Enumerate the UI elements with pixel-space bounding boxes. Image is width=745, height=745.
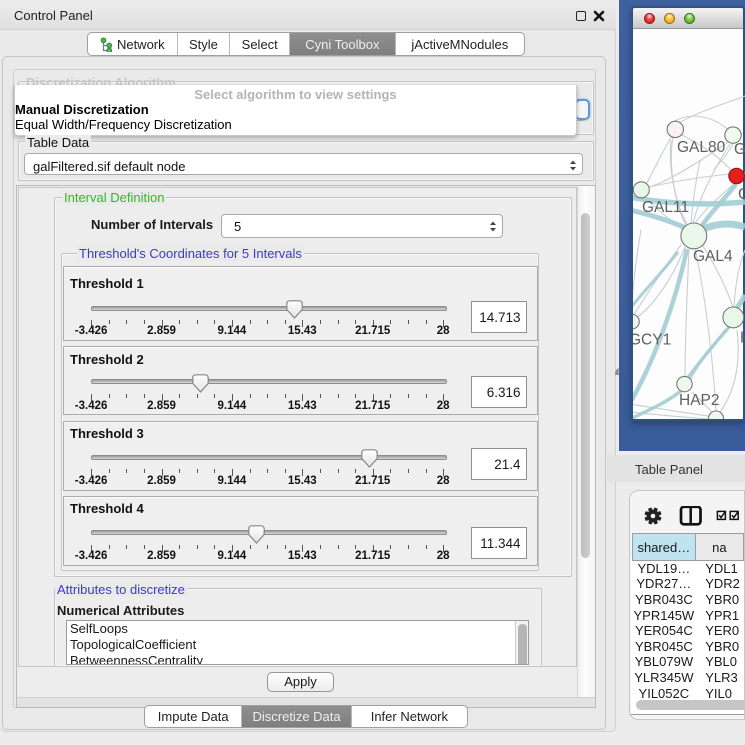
svg-text:GCY1: GCY1 [633, 332, 671, 349]
svg-text:H: H [740, 330, 745, 347]
svg-text:GA: GA [734, 141, 745, 158]
svg-text:HAP2: HAP2 [679, 392, 720, 409]
svg-text:GAL11: GAL11 [642, 199, 689, 216]
svg-text:G: G [738, 186, 745, 203]
svg-text:GAL80: GAL80 [677, 139, 726, 156]
svg-text:GAL4: GAL4 [693, 248, 733, 265]
